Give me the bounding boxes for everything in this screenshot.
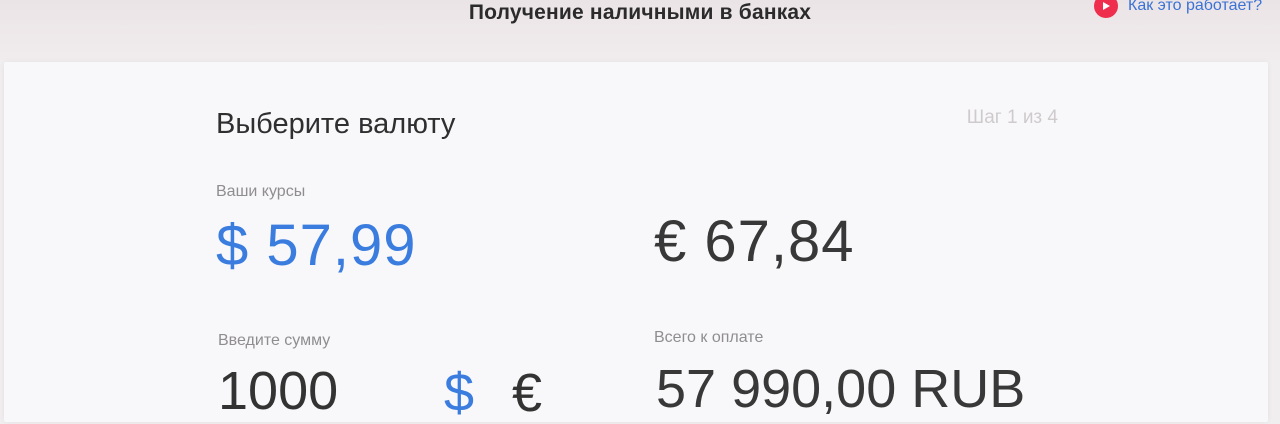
currency-eur-toggle[interactable]: € (512, 362, 542, 424)
rate-usd[interactable]: $ 57,99 (216, 212, 417, 279)
amount-label: Введите сумму (218, 332, 331, 349)
amount-input[interactable] (218, 360, 428, 422)
how-it-works-label: Как это работает? (1128, 0, 1263, 14)
how-it-works-link[interactable]: Как это работает? (1094, 0, 1262, 18)
currency-usd-toggle[interactable]: $ (444, 362, 474, 424)
rates-label: Ваши курсы (216, 183, 306, 200)
play-icon (1094, 0, 1118, 18)
step-indicator: Шаг 1 из 4 (966, 107, 1058, 128)
section-heading: Выберите валюту (216, 108, 456, 140)
page-title: Получение наличными в банках (468, 1, 812, 24)
total-value: 57 990,00 RUB (656, 359, 1026, 419)
currency-card: Выберите валюту Шаг 1 из 4 Ваши курсы $ … (4, 62, 1268, 424)
rate-eur[interactable]: € 67,84 (654, 208, 855, 275)
total-label: Всего к оплате (654, 329, 764, 346)
